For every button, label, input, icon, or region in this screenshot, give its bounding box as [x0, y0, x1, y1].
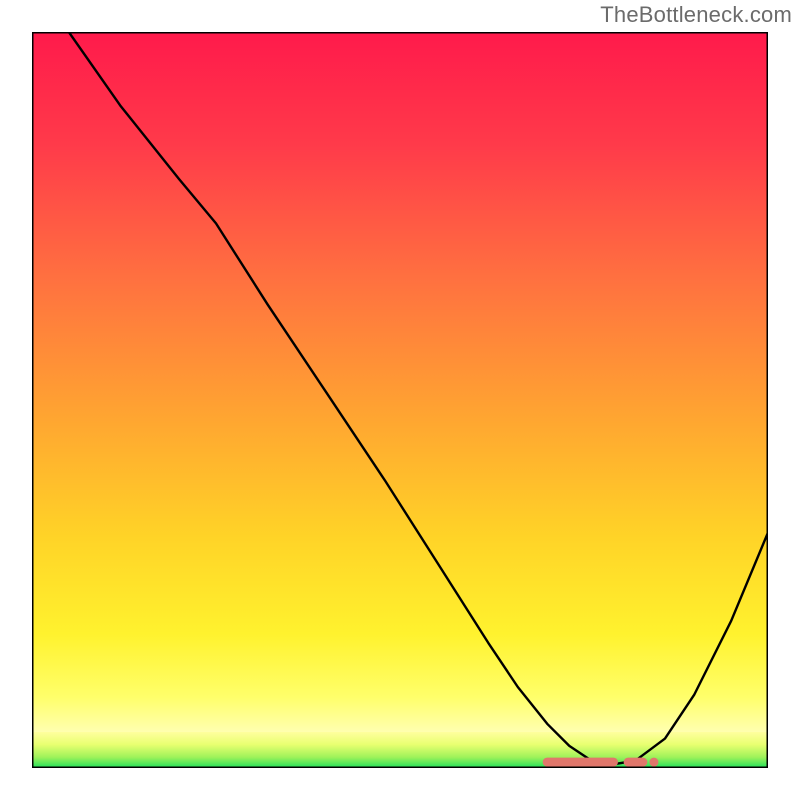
watermark-text: TheBottleneck.com: [600, 2, 792, 28]
trough-markers: [547, 758, 658, 767]
heat-gradient-rect: [32, 32, 768, 732]
plot-svg: [32, 32, 768, 768]
trough-dot: [649, 758, 658, 767]
chart-container: TheBottleneck.com: [0, 0, 800, 800]
bottleneck-plot: [32, 32, 768, 768]
